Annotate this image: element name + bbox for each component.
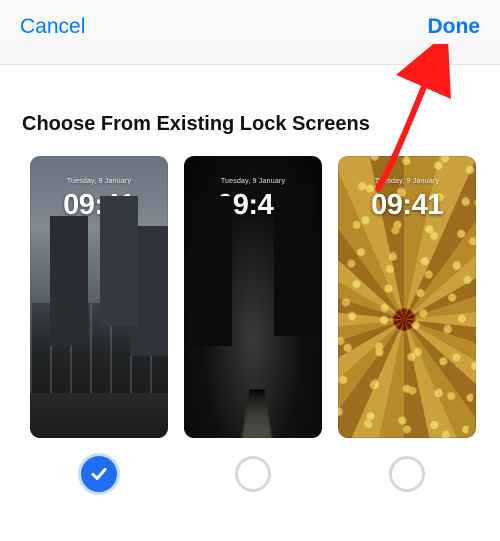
- lock-screen-thumbnail[interactable]: Tuesday, 9 January 09:41: [338, 156, 476, 438]
- lock-screen-time: 09:41: [338, 189, 476, 222]
- lock-screen-list: Tuesday, 9 January 09:41 Tuesday, 9 Janu…: [0, 156, 500, 438]
- select-radio[interactable]: [81, 456, 117, 492]
- section-title: Choose From Existing Lock Screens: [0, 65, 500, 156]
- checkmark-icon: [90, 465, 108, 483]
- select-radio[interactable]: [389, 456, 425, 492]
- lock-screen-time: 09:41: [184, 189, 322, 222]
- lock-screen-thumbnail[interactable]: Tuesday, 9 January 09:41: [184, 156, 322, 438]
- lock-screen-time: 09:41: [30, 189, 168, 222]
- done-button[interactable]: Done: [428, 15, 481, 39]
- lock-screen-date: Tuesday, 9 January: [184, 178, 322, 185]
- lock-screen-date: Tuesday, 9 January: [338, 178, 476, 185]
- cancel-button[interactable]: Cancel: [20, 15, 85, 39]
- select-radio[interactable]: [235, 456, 271, 492]
- navigation-bar: Cancel Done: [0, 0, 500, 65]
- selection-radios: [0, 438, 500, 492]
- lock-screen-thumbnail[interactable]: Tuesday, 9 January 09:41: [30, 156, 168, 438]
- lock-screen-date: Tuesday, 9 January: [30, 178, 168, 185]
